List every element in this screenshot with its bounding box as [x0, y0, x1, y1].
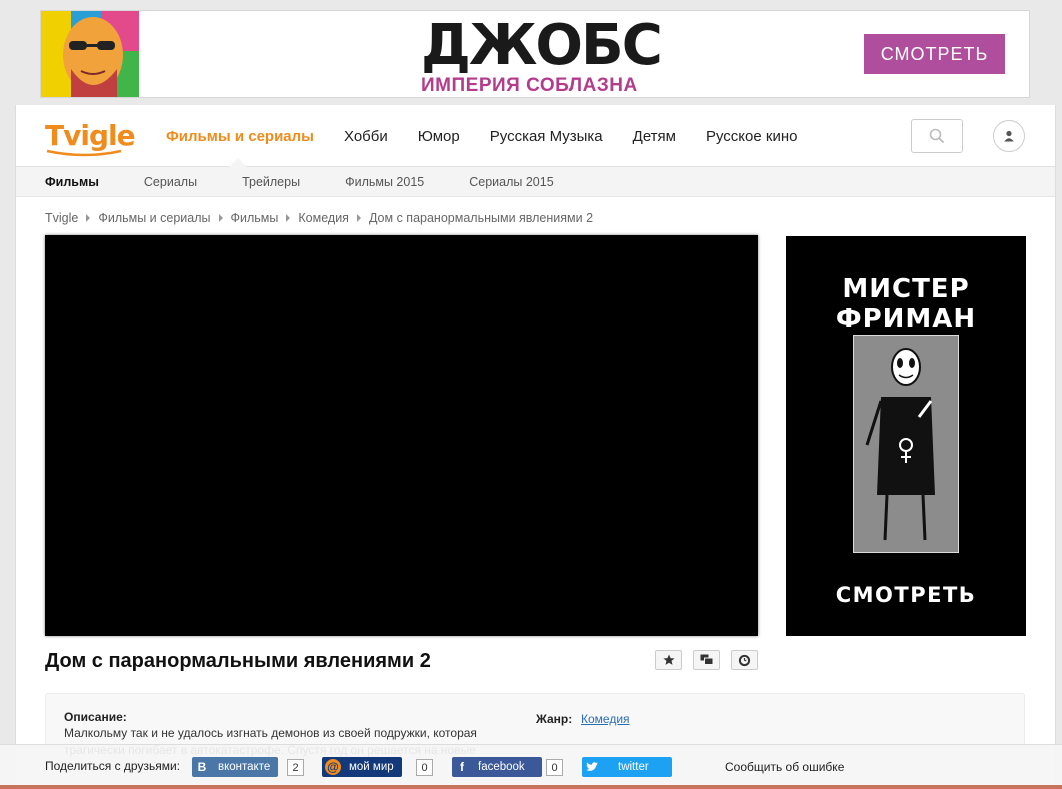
- nav-item-kids[interactable]: Детям: [633, 128, 676, 145]
- nav-item-humor[interactable]: Юмор: [418, 128, 460, 145]
- share-moymir-button[interactable]: @ мой мир: [322, 757, 402, 777]
- movie-title: Дом с паранормальными явлениями 2: [45, 650, 431, 672]
- user-icon: [1004, 130, 1014, 142]
- genre-link[interactable]: Комедия: [581, 712, 630, 726]
- nav-active-caret: [229, 158, 247, 167]
- genre-label: Жанр:: [536, 712, 573, 726]
- share-moymir-count: 0: [416, 759, 433, 776]
- moymir-icon: @: [325, 759, 341, 775]
- share-moymir-label: мой мир: [349, 761, 394, 773]
- side-ad-title: МИСТЕР ФРИМАН: [835, 274, 977, 334]
- breadcrumb-item-films-series[interactable]: Фильмы и сериалы: [98, 211, 210, 225]
- subnav-item-trailers[interactable]: Трейлеры: [242, 175, 300, 189]
- subnav-item-series[interactable]: Сериалы: [144, 175, 197, 189]
- share-twitter-label: twitter: [618, 761, 649, 773]
- description-label: Описание:: [64, 710, 127, 724]
- side-ad-poster-image: [853, 335, 959, 553]
- subnav-item-films[interactable]: Фильмы: [45, 175, 99, 189]
- nav-item-films-series[interactable]: Фильмы и сериалы: [166, 128, 314, 145]
- breadcrumb-separator-icon: [218, 214, 223, 222]
- facebook-icon: f: [460, 760, 464, 774]
- breadcrumb-separator-icon: [356, 214, 361, 222]
- subnav-item-films-2015[interactable]: Фильмы 2015: [345, 175, 424, 189]
- main-nav: Фильмы и сериалы Хобби Юмор Русская Музы…: [166, 105, 827, 167]
- breadcrumb: Tvigle Фильмы и сериалы Фильмы Комедия Д…: [45, 211, 593, 225]
- top-banner-ad[interactable]: ДЖОБС ИМПЕРИЯ СОБЛАЗНА СМОТРЕТЬ: [40, 10, 1030, 98]
- twitter-bird-icon: [586, 762, 598, 771]
- share-vkontakte-button[interactable]: B вконтакте: [192, 757, 279, 777]
- movie-action-buttons: [655, 650, 758, 670]
- nav-item-hobby[interactable]: Хобби: [344, 128, 388, 145]
- watch-later-button[interactable]: [731, 650, 758, 670]
- video-player[interactable]: [45, 235, 758, 636]
- breadcrumb-item-films[interactable]: Фильмы: [231, 211, 279, 225]
- breadcrumb-item-home[interactable]: Tvigle: [45, 211, 78, 225]
- side-banner-ad[interactable]: МИСТЕР ФРИМАН СМОТРЕТЬ: [786, 236, 1026, 636]
- tvigle-logo[interactable]: Tvigle: [45, 119, 136, 152]
- subnav-item-series-2015[interactable]: Сериалы 2015: [469, 175, 553, 189]
- twitter-icon: [582, 757, 602, 777]
- report-error-link[interactable]: Сообщить об ошибке: [725, 760, 844, 774]
- ad-portrait-image: [41, 11, 139, 97]
- breadcrumb-item-current: Дом с паранормальными явлениями 2: [368, 211, 594, 225]
- page-container: Tvigle Фильмы и сериалы Хобби Юмор Русск…: [15, 105, 1056, 789]
- share-facebook-button[interactable]: f facebook: [452, 757, 542, 777]
- site-header: Tvigle Фильмы и сериалы Хобби Юмор Русск…: [16, 105, 1055, 167]
- star-icon: [662, 654, 675, 665]
- breadcrumb-separator-icon: [86, 214, 91, 222]
- sub-nav: Фильмы Сериалы Трейлеры Фильмы 2015 Сери…: [16, 167, 1055, 197]
- share-facebook-count: 0: [546, 759, 563, 776]
- breadcrumb-item-comedy[interactable]: Комедия: [298, 211, 349, 225]
- user-account-button[interactable]: [993, 120, 1025, 152]
- favorite-button[interactable]: [655, 650, 682, 670]
- share-twitter-button[interactable]: twitter: [582, 757, 672, 777]
- breadcrumb-separator-icon: [286, 214, 291, 222]
- share-label: Поделиться с друзьями:: [45, 759, 181, 773]
- clock-icon: [738, 654, 751, 666]
- nav-item-russian-cinema[interactable]: Русское кино: [706, 128, 798, 145]
- share-facebook-label: facebook: [478, 761, 525, 773]
- logo-swoosh-icon: [46, 149, 122, 157]
- comments-button[interactable]: [693, 650, 720, 670]
- ad-subtitle: ИМПЕРИЯ СОБЛАЗНА: [421, 75, 638, 96]
- ad-title: ДЖОБС: [421, 13, 663, 78]
- search-button[interactable]: [911, 119, 963, 153]
- ad-watch-button[interactable]: СМОТРЕТЬ: [864, 34, 1005, 74]
- nav-item-russian-music[interactable]: Русская Музыка: [490, 128, 603, 145]
- bottom-accent-line: [0, 785, 1062, 789]
- comments-icon: [700, 654, 713, 665]
- share-vkontakte-count: 2: [287, 759, 304, 776]
- share-bar: Поделиться с друзьями: B вконтакте 2 @ м…: [0, 744, 1062, 789]
- side-ad-watch-button[interactable]: СМОТРЕТЬ: [786, 582, 1026, 608]
- share-vkontakte-label: вконтакте: [218, 761, 271, 773]
- vkontakte-icon: B: [197, 760, 207, 774]
- search-icon: [929, 128, 945, 144]
